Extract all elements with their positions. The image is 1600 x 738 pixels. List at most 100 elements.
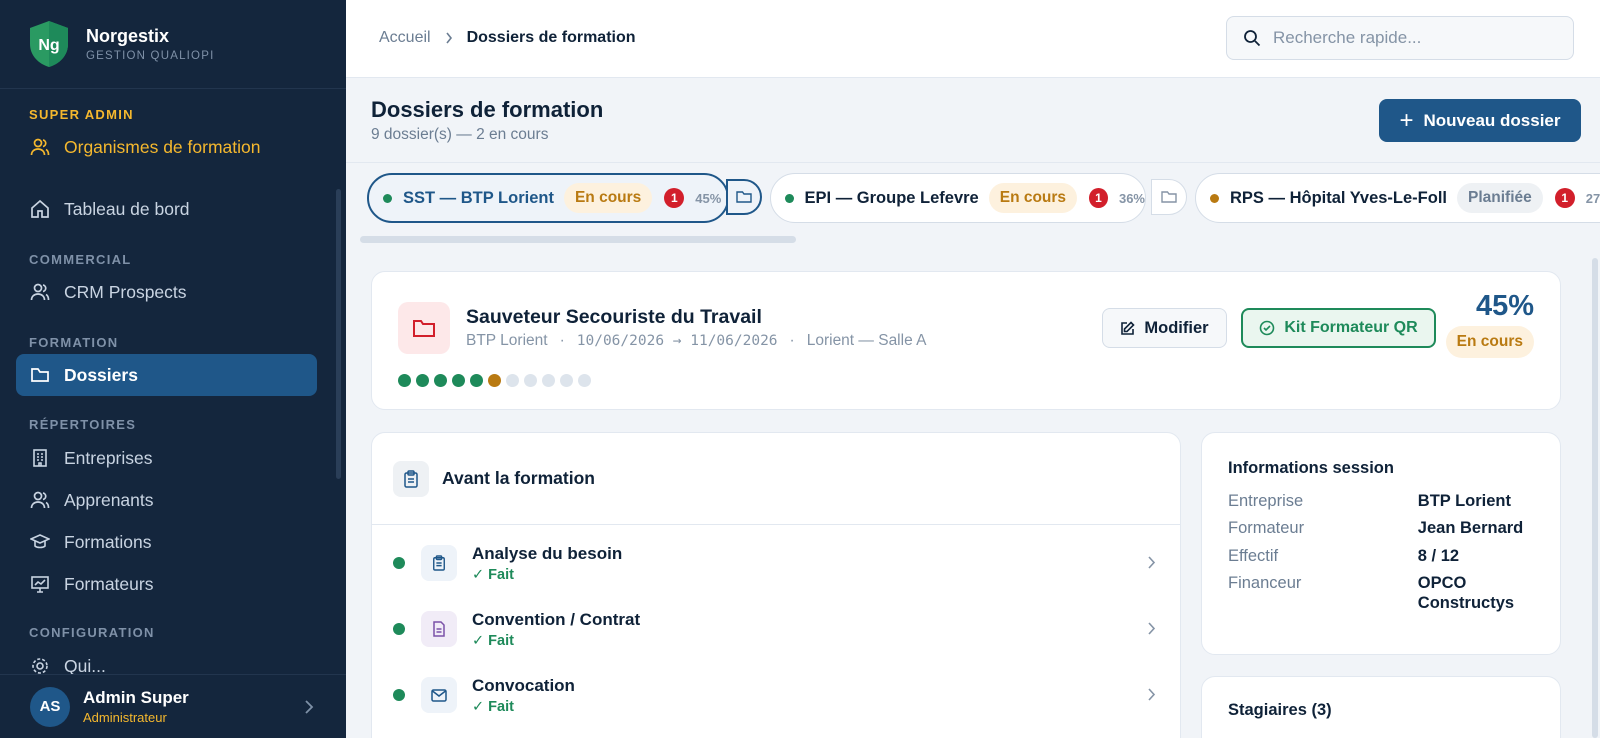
row-title: Convocation — [472, 675, 575, 695]
dossier-tab-epi[interactable]: EPI — Groupe Lefevre En cours 1 36% — [770, 173, 1146, 223]
search-input[interactable] — [1273, 28, 1553, 48]
info-value: BTP Lorient — [1417, 492, 1511, 510]
status-dot — [383, 193, 392, 203]
tab-progress: 45% — [695, 190, 722, 206]
tab-label: SST — BTP Lorient — [403, 188, 554, 207]
kit-formateur-button[interactable]: Kit Formateur QR — [1241, 308, 1436, 348]
sidebar-item-configuration[interactable]: Qui... — [16, 645, 317, 674]
sidebar-item-entreprises[interactable]: Entreprises — [16, 437, 317, 479]
plus-icon: + — [1399, 106, 1414, 134]
info-row: Formateur Jean Bernard — [1228, 519, 1534, 538]
graduation-cap-icon — [29, 531, 51, 553]
info-value: OPCO Constructys — [1417, 574, 1515, 612]
course-company: BTP Lorient — [466, 332, 548, 349]
course-title: Sauveteur Secouriste du Travail — [466, 306, 762, 328]
progress-step-dot — [470, 374, 483, 387]
status-badge: Planifiée — [1457, 183, 1543, 213]
status-badge: En cours — [988, 183, 1078, 213]
mail-icon — [421, 677, 457, 713]
info-value: Jean Bernard — [1417, 519, 1524, 538]
sidebar-item-label: Formations — [64, 531, 152, 552]
new-dossier-button[interactable]: + Nouveau dossier — [1379, 99, 1581, 142]
info-row: Effectif 8 / 12 — [1228, 547, 1534, 566]
clipboard-icon — [393, 460, 429, 497]
course-meta: BTP Lorient · 10/06/2026 → 11/06/2026 · … — [466, 332, 927, 349]
page-subtitle: 9 dossier(s) — 2 en cours — [371, 126, 549, 143]
progress-step-dot — [506, 374, 519, 387]
dossier-tab-sst[interactable]: SST — BTP Lorient En cours 1 45% — [367, 173, 729, 223]
dossier-tab-rps[interactable]: RPS — Hôpital Yves-Le-Foll Planifiée 1 2… — [1195, 173, 1600, 223]
svg-text:Ng: Ng — [38, 37, 59, 54]
checklist-row-convention[interactable]: Convention / Contrat ✓ Fait — [372, 599, 1180, 659]
tabs-scrollbar[interactable] — [360, 236, 796, 243]
users-icon — [29, 136, 51, 158]
search-icon — [1244, 30, 1261, 47]
section-super-admin: SUPER ADMIN — [29, 107, 134, 122]
course-card: Sauveteur Secouriste du Travail BTP Lori… — [371, 271, 1561, 410]
status-dot — [393, 557, 405, 569]
course-progress: 45% — [1475, 290, 1534, 322]
sidebar-item-label: Qui... — [64, 655, 106, 675]
breadcrumb-home[interactable]: Accueil — [379, 29, 431, 47]
folder-icon — [29, 364, 51, 386]
info-row: Entreprise BTP Lorient — [1228, 492, 1534, 511]
tab-folder-button[interactable] — [1151, 179, 1187, 215]
sidebar-item-formateurs[interactable]: Formateurs — [16, 563, 317, 605]
avatar: AS — [30, 686, 70, 727]
sidebar-scrollbar[interactable] — [336, 189, 341, 479]
section-configuration: CONFIGURATION — [29, 625, 155, 640]
checklist-row-convocation[interactable]: Convocation ✓ Fait — [372, 665, 1180, 725]
sidebar-item-label: CRM Prospects — [64, 281, 187, 302]
page-scrollbar[interactable] — [1592, 258, 1598, 738]
progress-step-dot — [560, 374, 573, 387]
chevron-right-icon — [1148, 688, 1156, 701]
sidebar-item-label: Apprenants — [64, 489, 154, 510]
sidebar-item-label: Dossiers — [64, 364, 138, 385]
tab-folder-button[interactable] — [726, 179, 762, 215]
sidebar-item-organismes[interactable]: Organismes de formation — [16, 126, 317, 168]
section-formation: FORMATION — [29, 335, 119, 350]
status-dot — [785, 193, 794, 203]
brand[interactable]: Ng Norgestix GESTION QUALIOPI — [0, 0, 346, 89]
edit-label: Modifier — [1144, 318, 1209, 337]
checklist-row-analyse[interactable]: Analyse du besoin ✓ Fait — [372, 533, 1180, 593]
chevron-right-icon — [305, 700, 314, 714]
row-title: Analyse du besoin — [472, 543, 623, 563]
user-menu[interactable]: AS Admin Super Administrateur — [0, 674, 346, 738]
progress-step-dot — [452, 374, 465, 387]
status-dot — [1210, 193, 1219, 203]
sidebar-item-label: Tableau de bord — [64, 198, 190, 219]
section-commercial: COMMERCIAL — [29, 252, 132, 267]
sidebar-item-dossiers[interactable]: Dossiers — [16, 354, 317, 396]
info-key: Entreprise — [1228, 492, 1304, 510]
sidebar-item-crm-prospects[interactable]: CRM Prospects — [16, 271, 317, 313]
clipboard-icon — [421, 545, 457, 581]
session-info-title: Informations session — [1228, 459, 1394, 477]
progress-step-dot — [578, 374, 591, 387]
edit-button[interactable]: Modifier — [1102, 308, 1227, 348]
info-row: Financeur OPCO Constructys — [1228, 574, 1534, 613]
sidebar-item-apprenants[interactable]: Apprenants — [16, 479, 317, 521]
sidebar-item-label: Organismes de formation — [64, 136, 261, 157]
row-state: ✓ Fait — [472, 698, 514, 715]
chevron-right-icon — [1148, 622, 1156, 635]
progress-steps — [398, 374, 596, 387]
status-badge: En cours — [563, 183, 653, 213]
app-subtitle: GESTION QUALIOPI — [86, 50, 215, 62]
edit-icon — [1121, 320, 1136, 335]
logo-shield-icon: Ng — [30, 21, 68, 67]
sidebar-item-tableau-de-bord[interactable]: Tableau de bord — [16, 188, 317, 230]
users-icon — [29, 489, 51, 511]
row-state: ✓ Fait — [472, 566, 514, 583]
folder-icon — [398, 302, 450, 354]
stagiaires-card: Stagiaires (3) — [1201, 676, 1561, 738]
info-value: 8 / 12 — [1417, 546, 1460, 565]
topbar: Accueil Dossiers de formation — [346, 0, 1600, 78]
chevron-right-icon — [445, 32, 452, 44]
app-name: Norgestix — [86, 26, 170, 46]
home-icon — [29, 198, 51, 220]
tab-progress: 27% — [1585, 190, 1600, 206]
stagiaires-title: Stagiaires (3) — [1228, 701, 1332, 719]
sidebar-item-formations[interactable]: Formations — [16, 521, 317, 563]
search-box[interactable] — [1226, 16, 1574, 60]
